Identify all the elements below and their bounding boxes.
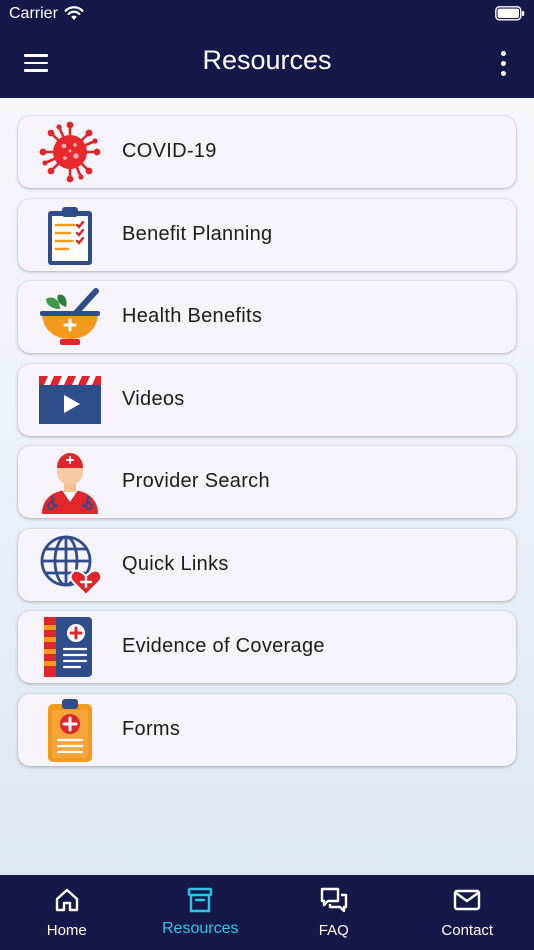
mortar-pestle-icon [38,285,102,349]
medical-book-icon [38,615,102,679]
clapperboard-icon [38,368,102,432]
resource-item-forms[interactable]: Forms [18,693,516,766]
resource-item-health-benefits[interactable]: Health Benefits [18,281,516,353]
tab-label: FAQ [318,922,349,939]
battery-icon [495,6,525,21]
envelope-icon [453,886,481,914]
virus-icon [38,120,102,184]
resource-item-evidence-of-coverage[interactable]: Evidence of Coverage [18,611,516,683]
tab-contact[interactable]: Contact [401,875,534,950]
nav-bar: Resources [0,28,534,98]
wifi-icon [64,5,84,21]
page-title: Resources [202,45,332,75]
resource-item-covid-19[interactable]: COVID-19 [18,116,516,188]
chat-bubbles-icon [320,886,348,914]
tab-faq[interactable]: FAQ [267,875,401,950]
tab-label: Resources [162,920,239,937]
resource-label: Evidence of Coverage [122,635,325,657]
resource-label: Quick Links [122,552,229,575]
resource-item-quick-links[interactable]: Quick Links [18,528,516,601]
resource-label: COVID-19 [122,140,217,162]
resource-label: Health Benefits [122,305,263,327]
doctor-icon [38,450,102,514]
resource-label: Benefit Planning [122,222,273,245]
home-icon [53,886,81,914]
resource-item-benefit-planning[interactable]: Benefit Planning [18,198,516,271]
status-bar: Carrier [0,0,534,28]
carrier-label: Carrier [9,5,58,22]
archive-box-icon [186,886,214,914]
resources-list: COVID-19 Benefit Planning Health Benefit… [18,116,516,776]
more-options-icon[interactable] [490,48,516,78]
medical-form-icon [38,698,102,762]
tab-label: Home [46,922,87,939]
clipboard-checklist-icon [38,203,102,267]
resources-content: COVID-19 Benefit Planning Health Benefit… [0,98,534,875]
tab-home[interactable]: Home [0,875,134,950]
tab-resources[interactable]: Resources [134,875,268,950]
resource-item-provider-search[interactable]: Provider Search [18,446,516,518]
tab-label: Contact [441,922,494,939]
globe-heart-icon [38,533,102,597]
resource-label: Forms [122,717,181,740]
app-header: Carrier Resources [0,0,534,98]
resource-item-videos[interactable]: Videos [18,363,516,436]
resource-label: Provider Search [122,470,270,492]
resource-label: Videos [122,387,185,410]
bottom-tab-bar: Home Resources FAQ Contact [0,875,534,950]
